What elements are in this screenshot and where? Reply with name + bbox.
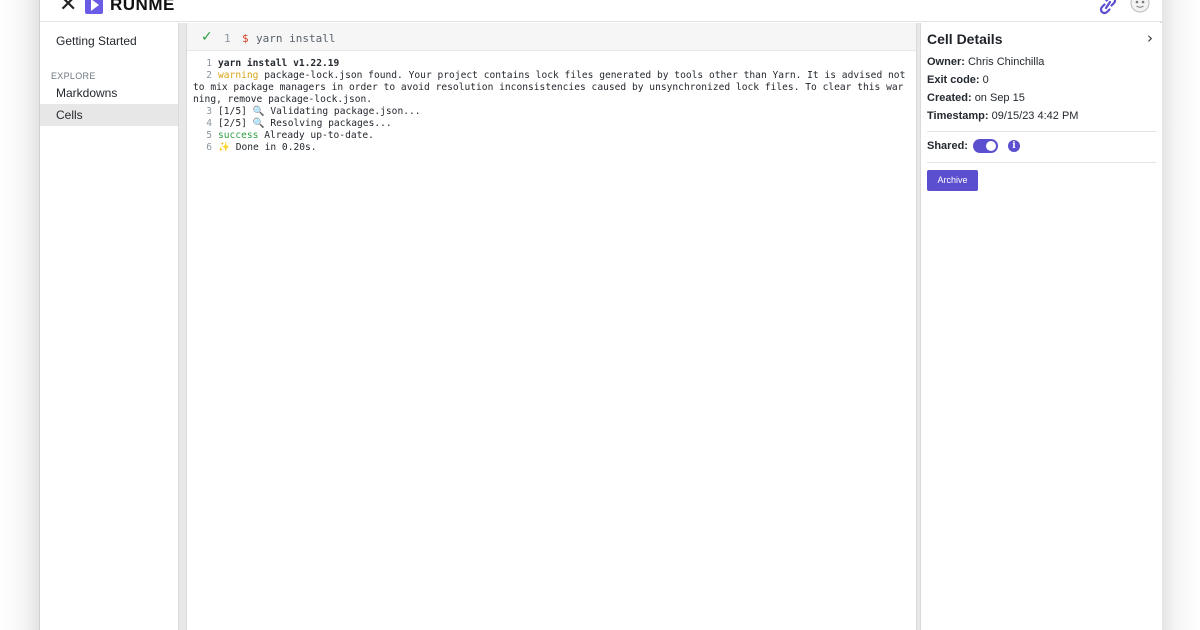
created-value: on Sep 15: [974, 92, 1025, 104]
window-shadow-left: [0, 0, 39, 630]
sidebar: Getting Started EXPLORE Markdowns Cells: [40, 23, 178, 630]
app-header: ✕ RUNME: [40, 0, 1162, 22]
sidebar-item-getting-started[interactable]: Getting Started: [40, 30, 178, 52]
info-icon[interactable]: i: [1008, 140, 1020, 152]
archive-button[interactable]: Archive: [927, 170, 978, 191]
terminal-output: 1 yarn install v1.22.19 2 warning package-…: [193, 58, 909, 154]
sidebar-resize-handle[interactable]: [178, 23, 187, 630]
divider: [927, 162, 1156, 163]
runme-logo-icon: [85, 0, 103, 14]
exit-code-value: 0: [982, 74, 989, 86]
panel-title: Cell Details: [927, 31, 1003, 47]
output-line: 5 success Already up-to-date.: [206, 130, 374, 141]
command-text[interactable]: yarn install: [256, 32, 335, 45]
created-row: Created: on Sep 15: [927, 92, 1025, 104]
output-line: 4 [2/5] 🔍 Resolving packages...: [206, 118, 392, 129]
link-icon[interactable]: [1097, 0, 1119, 15]
cell-output-pane: ✓ 1 $ yarn install 1 yarn install v1.22.1…: [187, 23, 916, 630]
app-window: ✕ RUNME Getting Started EXPLORE Markdown…: [39, 0, 1162, 630]
command-prompt: $: [242, 32, 249, 45]
window-shadow-right: [1161, 0, 1200, 630]
owner-row: Owner: Chris Chinchilla: [927, 56, 1045, 68]
exit-code-row: Exit code: 0: [927, 74, 989, 86]
sidebar-item-cells[interactable]: Cells: [40, 104, 178, 126]
timestamp-row: Timestamp: 09/15/23 4:42 PM: [927, 110, 1079, 122]
avatar-icon[interactable]: [1130, 0, 1150, 13]
output-line: 6 ✨ Done in 0.20s.: [206, 142, 317, 153]
close-icon[interactable]: ✕: [59, 0, 77, 16]
divider: [927, 131, 1156, 132]
shared-toggle[interactable]: [973, 139, 998, 153]
chevron-right-icon[interactable]: ›: [1147, 29, 1153, 47]
sidebar-item-markdowns[interactable]: Markdowns: [40, 82, 178, 104]
owner-value: Chris Chinchilla: [967, 56, 1045, 68]
sidebar-section-explore: EXPLORE: [51, 71, 96, 81]
command-bar: ✓ 1 $ yarn install: [187, 23, 916, 51]
command-line-number: 1: [224, 32, 231, 45]
output-line: 1 yarn install v1.22.19: [206, 58, 340, 69]
shared-label: Shared:: [927, 140, 968, 152]
cell-details-panel: Cell Details › Owner: Chris Chinchilla E…: [921, 23, 1162, 630]
brand-name: RUNME: [110, 0, 175, 14]
output-line: 2 warning package-lock.json found. Your p…: [193, 70, 912, 105]
timestamp-value: 09/15/23 4:42 PM: [991, 110, 1079, 122]
output-line: 3 [1/5] 🔍 Validating package.json...: [206, 106, 421, 117]
check-icon: ✓: [201, 29, 213, 45]
